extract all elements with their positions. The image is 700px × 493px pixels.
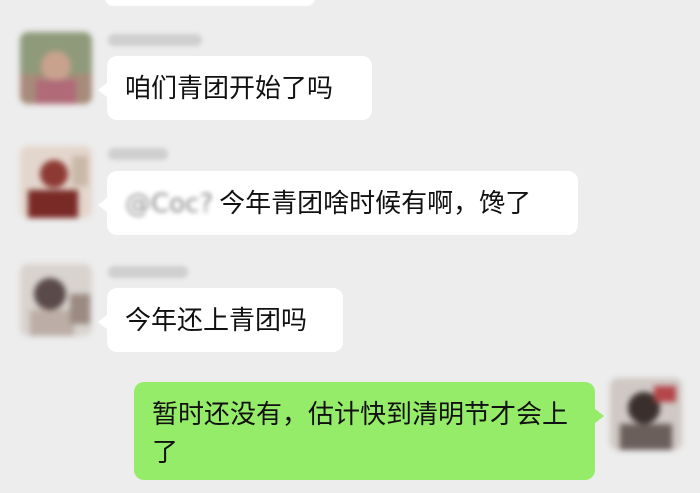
avatar[interactable] — [20, 146, 92, 218]
sender-name — [108, 266, 188, 278]
message-text: 暂时还没有，估计快到清明节才会上了 — [152, 400, 569, 468]
message-bubble[interactable]: 咱们青团开始了吗 — [98, 56, 372, 120]
message-bubble[interactable]: 今年还上青团吗 — [98, 288, 343, 352]
message-bubble[interactable]: 暂时还没有，估计快到清明节才会上了 — [134, 382, 604, 480]
sender-name — [108, 148, 168, 160]
chat-window: 咱们青团开始了吗 @Coc? 今年青团啥时候有啊，馋了 今年还上青团吗 暂时还没… — [0, 0, 700, 493]
message-text: 今年还上青团吗 — [125, 306, 308, 336]
mention-tag: @Coc? — [125, 189, 214, 219]
avatar[interactable] — [20, 32, 92, 104]
message-text: 咱们青团开始了吗 — [125, 74, 334, 104]
message-bubble[interactable]: @Coc? 今年青团啥时候有啊，馋了 — [98, 171, 578, 235]
message-text: 今年青团啥时候有啊，馋了 — [219, 189, 532, 219]
sender-name — [108, 34, 202, 46]
avatar[interactable] — [610, 378, 682, 450]
avatar[interactable] — [20, 264, 92, 336]
previous-message-bubble — [105, 0, 315, 6]
